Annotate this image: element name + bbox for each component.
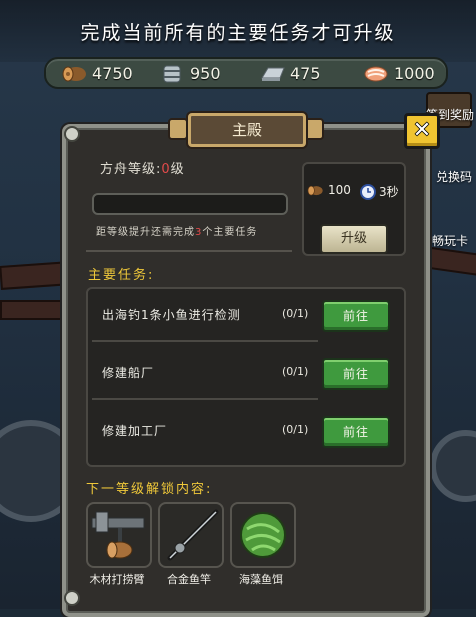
main-tasks-title: 主要任务: (88, 268, 155, 283)
cost-wood: 100 (306, 183, 351, 197)
task-row: 修建船厂 (0/1) 前往 (100, 358, 390, 390)
resource-wood-value: 4750 (92, 63, 133, 83)
unlock-label-rod: 合金鱼竿 (167, 573, 211, 586)
wood-bucket-icon (163, 65, 181, 83)
resource-bucket: 950 (158, 59, 221, 87)
task-row: 修建加工厂 (0/1) 前往 (100, 416, 390, 448)
play-card-button[interactable]: 畅玩卡 (432, 232, 468, 249)
task-progress: (0/1) (282, 307, 309, 320)
close-button[interactable]: ✕ (404, 113, 440, 149)
close-icon: ✕ (412, 118, 432, 143)
unlock-label-bait: 海藻鱼饵 (239, 573, 283, 586)
upgrade-requirement-text: 完成当前所有的主要任务才可升级 (80, 22, 396, 44)
wood-log-icon (62, 66, 86, 82)
panel-title-plate: 主殿 (188, 113, 306, 147)
task-name: 出海钓1条小鱼进行检测 (102, 308, 241, 322)
resource-bar: 4750 950 475 1000 (44, 57, 448, 89)
resource-iron: 475 (258, 59, 321, 87)
fish-meat-icon (364, 66, 388, 82)
level-hint: 距等级提升还需完成3个主要任务 (96, 223, 257, 238)
task-progress: (0/1) (282, 365, 309, 378)
title-knob-right (304, 118, 324, 140)
wood-crane-arm-icon (91, 511, 145, 559)
task-name: 修建加工厂 (102, 424, 168, 438)
task-go-button[interactable]: 前往 (322, 358, 390, 390)
upgrade-button[interactable]: 升级 (320, 224, 388, 254)
unlock-title: 下一等级解锁内容: (86, 482, 213, 497)
panel-rivet (64, 590, 80, 606)
iron-ingot-icon (261, 67, 285, 81)
task-go-label: 前往 (342, 309, 369, 323)
seaweed-bait-icon (240, 512, 286, 558)
cost-time: 3秒 (360, 183, 399, 200)
task-go-label: 前往 (342, 425, 369, 439)
section-divider (86, 250, 292, 252)
task-separator (92, 340, 318, 342)
task-go-label: 前往 (342, 367, 369, 381)
ark-level-label: 方舟等级:0级 (100, 158, 185, 177)
resource-fish: 1000 (362, 59, 435, 87)
task-progress: (0/1) (282, 423, 309, 436)
unlock-label-crane: 木材打捞臂 (89, 573, 145, 586)
level-hint-prefix: 距等级提升还需完成 (96, 227, 195, 238)
wood-log-icon (307, 185, 323, 196)
task-go-button[interactable]: 前往 (322, 300, 390, 332)
ark-level-value: 0 (161, 162, 171, 177)
clock-icon (360, 183, 376, 200)
title-knob-left (168, 118, 188, 140)
task-name: 修建船厂 (102, 366, 155, 380)
fishing-rod-icon (167, 509, 219, 561)
unlock-card-bait[interactable] (230, 502, 296, 568)
cost-time-value: 3秒 (379, 185, 399, 199)
unlock-card-rod[interactable] (158, 502, 224, 568)
upgrade-button-label: 升级 (340, 231, 367, 246)
cost-wood-value: 100 (328, 183, 351, 197)
resource-iron-value: 475 (290, 63, 321, 83)
task-go-button[interactable]: 前往 (322, 416, 390, 448)
ark-level-prefix: 方舟等级: (100, 162, 162, 177)
resource-wood: 4750 (60, 59, 133, 87)
level-hint-suffix: 个主要任务 (202, 227, 258, 238)
panel-rivet (64, 126, 80, 142)
ark-level-suffix: 级 (170, 162, 185, 177)
top-banner: 完成当前所有的主要任务才可升级 (0, 0, 476, 62)
task-separator (92, 398, 318, 400)
resource-bucket-value: 950 (190, 63, 221, 83)
redeem-code-button[interactable]: 兑换码 (436, 168, 472, 185)
panel-title: 主殿 (231, 121, 262, 139)
resource-fish-value: 1000 (394, 63, 435, 83)
task-row: 出海钓1条小鱼进行检测 (0/1) 前往 (100, 300, 390, 332)
level-progress-bar (92, 193, 288, 215)
unlock-card-crane[interactable] (86, 502, 152, 568)
